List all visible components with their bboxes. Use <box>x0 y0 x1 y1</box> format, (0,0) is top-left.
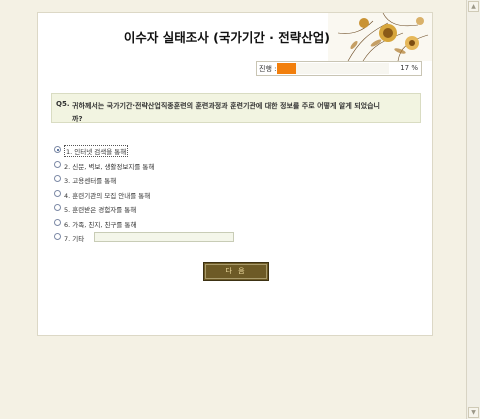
question-box: Q5. 귀하께서는 국가기간·전략산업직종훈련의 훈련과정과 훈련기관에 대한 … <box>51 93 421 123</box>
option-5-label[interactable]: 5. 훈련받은 경험자를 통해 <box>64 204 136 214</box>
option-5-radio[interactable] <box>54 204 61 211</box>
next-button[interactable]: 다 음 <box>203 262 269 281</box>
scroll-down-arrow-icon[interactable]: ▼ <box>468 407 479 418</box>
option-6-label[interactable]: 6. 가족, 친지, 친구를 통해 <box>64 219 136 229</box>
other-text-input[interactable] <box>94 232 234 242</box>
progress-indicator: 진행 : 17 % <box>256 61 422 76</box>
progress-track <box>277 63 389 74</box>
scroll-up-arrow-icon[interactable]: ▲ <box>468 1 479 12</box>
option-3-radio[interactable] <box>54 175 61 182</box>
option-6-radio[interactable] <box>54 218 61 226</box>
option-3-label[interactable]: 3. 고용센터를 통해 <box>64 175 116 185</box>
option-1-label[interactable]: 1. 인터넷 검색을 통해 <box>64 145 129 157</box>
option-2-radio[interactable] <box>54 160 61 168</box>
option-4-radio[interactable] <box>54 189 61 197</box>
question-text: 귀하께서는 국가기간·전략산업직종훈련의 훈련과정과 훈련기관에 대한 정보를 … <box>72 102 380 123</box>
progress-label: 진행 : <box>259 65 277 73</box>
survey-card: 이수자 실태조사 (국가기간 · 전략산업) 진행 : 17 % Q5. 귀하께… <box>37 12 433 336</box>
option-2-label[interactable]: 2. 신문, 벽보, 생활정보지를 통해 <box>64 161 154 171</box>
progress-fill <box>277 63 297 74</box>
question-number: Q5. <box>56 100 70 108</box>
option-4-label[interactable]: 4. 훈련기관의 모집 안내를 통해 <box>64 190 150 200</box>
flower-illustration <box>328 13 432 61</box>
option-1-radio[interactable] <box>54 146 61 153</box>
survey-title: 이수자 실태조사 (국가기간 · 전략산업) <box>123 30 330 45</box>
option-7-label[interactable]: 7. 기타 <box>64 233 84 243</box>
option-7-radio[interactable] <box>54 233 61 240</box>
vertical-scrollbar[interactable]: ▲ ▼ <box>466 0 480 419</box>
progress-percent: 17 % <box>400 64 418 72</box>
